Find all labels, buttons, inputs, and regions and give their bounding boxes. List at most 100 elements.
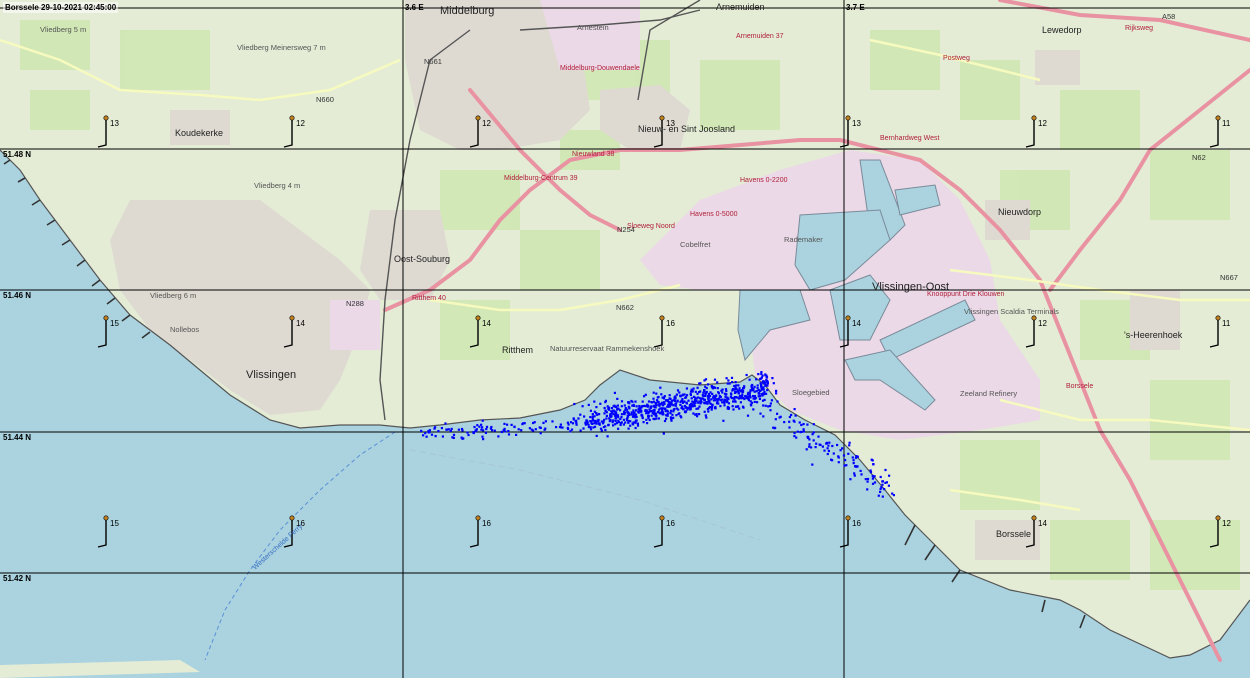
particle: [670, 419, 673, 422]
particle: [811, 433, 814, 436]
particle: [663, 395, 666, 398]
particle: [852, 462, 855, 465]
particle: [632, 413, 635, 417]
particle: [632, 412, 635, 415]
particle: [577, 417, 580, 420]
particle: [731, 405, 734, 408]
particle: [658, 411, 661, 414]
particle: [475, 429, 478, 432]
wind-barb-station: [659, 115, 665, 121]
particle: [672, 410, 675, 413]
wind-barb-station: [1031, 115, 1037, 121]
wind-speed-label: 14: [296, 319, 305, 328]
particle: [762, 388, 765, 391]
place-label: Vliedberg 6 m: [150, 291, 196, 300]
particle: [709, 402, 712, 405]
wind-speed-label: 14: [1038, 519, 1047, 528]
particle: [622, 418, 625, 421]
particle: [798, 421, 801, 424]
particle: [853, 474, 856, 477]
particle: [851, 456, 854, 459]
particle: [573, 402, 576, 406]
particle: [769, 402, 772, 405]
particle: [497, 435, 500, 438]
particle: [702, 391, 705, 394]
particle: [866, 488, 869, 491]
particle: [881, 495, 884, 498]
particle: [703, 398, 706, 401]
particle: [620, 421, 623, 424]
particle: [614, 420, 617, 423]
particle: [716, 387, 719, 390]
particle: [652, 409, 655, 412]
particle: [447, 428, 450, 431]
particle: [607, 424, 610, 427]
particle: [645, 411, 648, 414]
particle: [757, 395, 760, 398]
particle: [743, 397, 746, 401]
lat-label-51-46: 51.46 N: [3, 291, 31, 300]
wind-barb-station: [103, 315, 109, 321]
particle: [632, 409, 635, 412]
particle: [598, 422, 601, 425]
particle: [718, 397, 721, 400]
particle: [481, 426, 484, 429]
particle: [692, 395, 695, 398]
wind-barb-station: [845, 515, 851, 521]
map-view[interactable]: 3.6 E 3.7 E 51.48 N 51.46 N 51.44 N 51.4…: [0, 0, 1250, 678]
particle: [434, 435, 437, 438]
particle: [755, 378, 758, 381]
place-label: Nieuwdorp: [998, 207, 1041, 217]
particle: [627, 427, 630, 430]
particle: [779, 415, 782, 418]
particle: [693, 398, 697, 401]
particle: [711, 392, 714, 395]
particle: [737, 405, 740, 408]
particle: [567, 423, 570, 426]
particle: [769, 404, 772, 408]
particle: [613, 391, 616, 394]
particle: [485, 428, 488, 431]
particle: [685, 402, 688, 405]
wind-speed-label: 16: [666, 519, 675, 528]
particle: [661, 408, 664, 411]
particle: [766, 380, 769, 383]
particle: [747, 391, 750, 394]
particle: [620, 405, 623, 408]
particle: [707, 407, 711, 410]
particle: [694, 401, 697, 404]
particle: [482, 429, 485, 432]
particle: [449, 429, 452, 432]
particle: [539, 432, 542, 435]
particle: [703, 410, 706, 413]
particle: [811, 463, 814, 466]
particle: [476, 424, 479, 427]
particle: [611, 421, 614, 424]
road-label: Borssele: [1066, 383, 1093, 390]
road-label: Nieuwland 38: [572, 151, 615, 158]
particle: [689, 390, 693, 393]
wind-barb-station: [475, 515, 481, 521]
wind-speed-label: 12: [1038, 119, 1047, 128]
particle: [444, 422, 447, 425]
particle: [751, 389, 754, 392]
wind-barb-station: [475, 315, 481, 321]
particle: [441, 435, 444, 438]
particle: [733, 398, 736, 401]
place-label: 's-Heerenhoek: [1124, 330, 1183, 340]
particle: [585, 419, 588, 422]
particle: [634, 400, 637, 403]
particle: [873, 481, 877, 484]
particle: [452, 433, 456, 436]
particle: [823, 449, 826, 452]
particle: [752, 408, 755, 411]
particle: [595, 434, 598, 437]
particle: [663, 419, 667, 423]
particle: [704, 393, 707, 396]
particle: [641, 417, 644, 420]
particle: [617, 419, 620, 422]
particle: [761, 386, 764, 389]
place-label: Cobelfret: [680, 240, 711, 249]
wind-barb-station: [103, 515, 109, 521]
particle: [627, 401, 630, 404]
